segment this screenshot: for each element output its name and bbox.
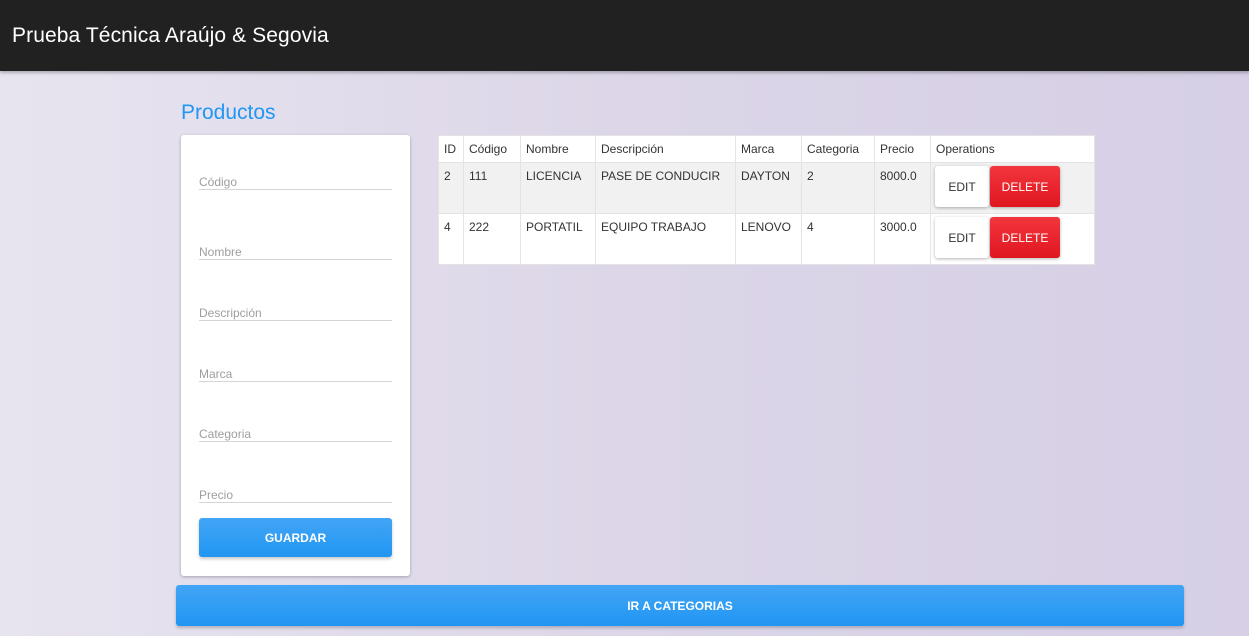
cell-marca: DAYTON	[735, 162, 802, 214]
cell-id: 2	[438, 162, 464, 214]
descripcion-field-wrapper	[199, 277, 392, 323]
page-title: Productos	[181, 101, 276, 124]
table-header-row: ID Código Nombre Descripción Marca Categ…	[438, 135, 1095, 163]
col-header-codigo: Código	[463, 135, 521, 163]
cell-precio: 3000.0	[874, 213, 931, 265]
cell-descripcion: PASE DE CONDUCIR	[595, 162, 736, 214]
products-table-wrapper: ID Código Nombre Descripción Marca Categ…	[438, 135, 1095, 265]
cell-marca: LENOVO	[735, 213, 802, 265]
guardar-button[interactable]: GUARDAR	[199, 518, 392, 557]
delete-button[interactable]: DELETE	[990, 217, 1060, 258]
table-row: 4 222 PORTATIL EQUIPO TRABAJO LENOVO 4 3…	[438, 213, 1095, 265]
cell-operations: EDIT DELETE	[930, 162, 1095, 214]
products-table: ID Código Nombre Descripción Marca Categ…	[438, 135, 1095, 265]
col-header-categoria: Categoria	[801, 135, 875, 163]
col-header-id: ID	[438, 135, 464, 163]
cell-precio: 8000.0	[874, 162, 931, 214]
precio-input[interactable]	[199, 485, 392, 505]
product-form: GUARDAR	[181, 135, 410, 576]
col-header-operations: Operations	[930, 135, 1095, 163]
table-row: 2 111 LICENCIA PASE DE CONDUCIR DAYTON 2…	[438, 162, 1095, 214]
delete-button[interactable]: DELETE	[990, 166, 1060, 207]
cell-nombre: PORTATIL	[520, 213, 596, 265]
nombre-input[interactable]	[199, 242, 392, 262]
col-header-marca: Marca	[735, 135, 802, 163]
cell-categoria: 4	[801, 213, 875, 265]
col-header-precio: Precio	[874, 135, 931, 163]
app-title: Prueba Técnica Araújo & Segovia	[12, 23, 329, 47]
cell-codigo: 111	[463, 162, 521, 214]
cell-nombre: LICENCIA	[520, 162, 596, 214]
codigo-input[interactable]	[199, 172, 392, 192]
codigo-field-wrapper	[199, 146, 392, 192]
marca-input[interactable]	[199, 364, 392, 384]
nombre-field-wrapper	[199, 216, 392, 262]
col-header-nombre: Nombre	[520, 135, 596, 163]
cell-descripcion: EQUIPO TRABAJO	[595, 213, 736, 265]
precio-field-wrapper	[199, 459, 392, 505]
app-navbar: Prueba Técnica Araújo & Segovia	[0, 0, 1249, 71]
cell-operations: EDIT DELETE	[930, 213, 1095, 265]
cell-id: 4	[438, 213, 464, 265]
categoria-field-wrapper	[199, 398, 392, 444]
edit-button[interactable]: EDIT	[935, 166, 989, 207]
col-header-descripcion: Descripción	[595, 135, 736, 163]
categoria-input[interactable]	[199, 424, 392, 444]
cell-categoria: 2	[801, 162, 875, 214]
marca-field-wrapper	[199, 338, 392, 384]
ir-a-categorias-button[interactable]: IR A CATEGORIAS	[176, 585, 1184, 626]
edit-button[interactable]: EDIT	[935, 217, 989, 258]
cell-codigo: 222	[463, 213, 521, 265]
descripcion-input[interactable]	[199, 303, 392, 323]
